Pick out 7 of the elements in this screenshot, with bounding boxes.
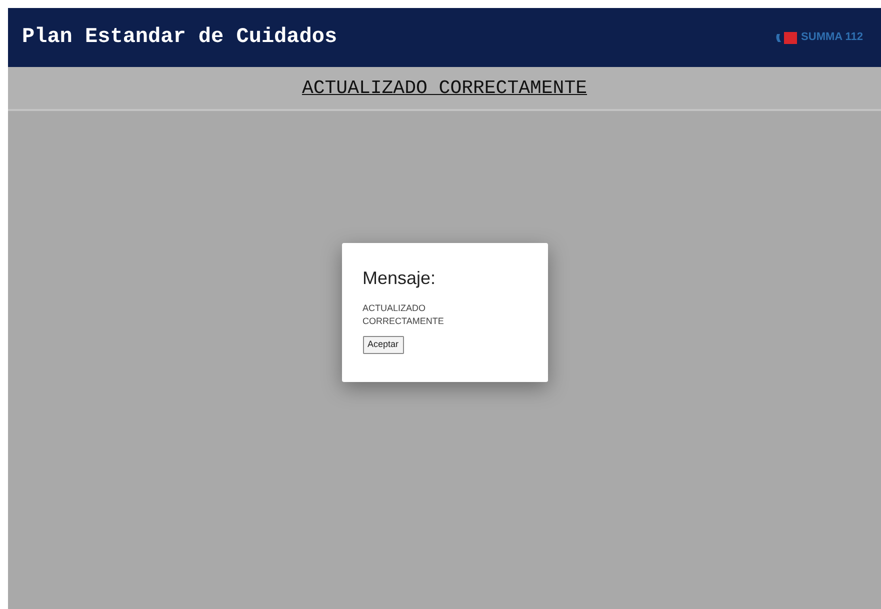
logo-icon xyxy=(775,30,800,44)
dialog-title: Mensaje: xyxy=(362,267,436,290)
app-title: Plan Estandar de Cuidados xyxy=(22,24,338,51)
dialog-message: ACTUALIZADO CORRECTAMENTE xyxy=(362,302,445,328)
banner-text: ACTUALIZADO CORRECTAMENTE xyxy=(302,76,588,101)
logo-text: SUMMA 112 xyxy=(801,30,863,46)
accept-button[interactable]: Aceptar xyxy=(362,336,404,354)
